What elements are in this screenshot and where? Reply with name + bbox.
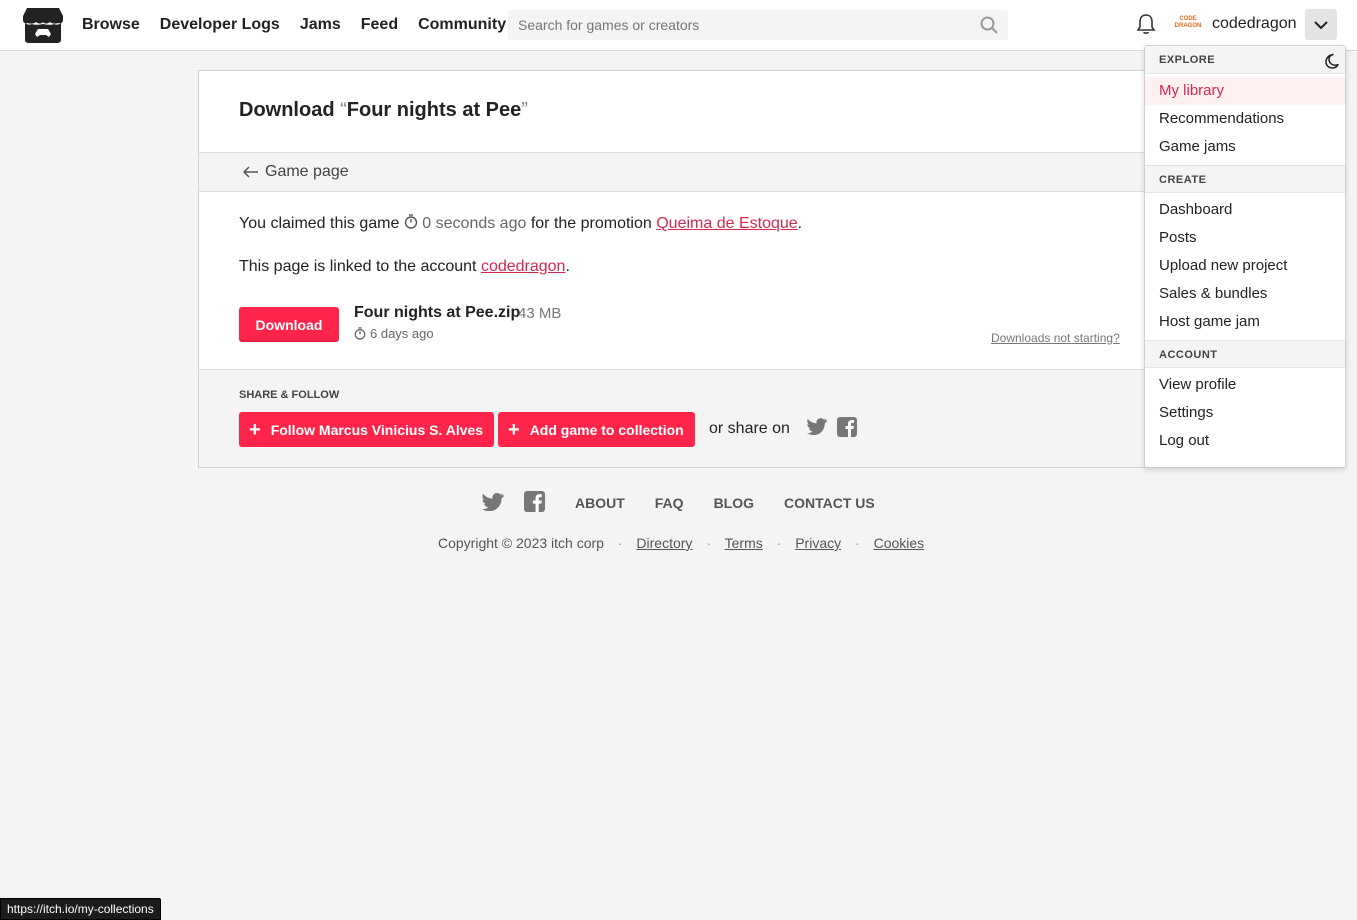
itch-logo-icon[interactable] xyxy=(23,7,63,43)
menu-view-profile[interactable]: View profile xyxy=(1145,371,1345,399)
claimed-time: 0 seconds ago xyxy=(422,215,527,232)
user-menu-toggle[interactable] xyxy=(1305,9,1337,40)
menu-group-explore: My library Recommendations Game jams xyxy=(1145,74,1345,165)
nav-browse[interactable]: Browse xyxy=(82,16,140,34)
separator: · xyxy=(706,535,711,551)
nav-jams[interactable]: Jams xyxy=(300,16,341,34)
menu-sales-bundles[interactable]: Sales & bundles xyxy=(1145,280,1345,308)
terms-link[interactable]: Terms xyxy=(725,535,763,551)
menu-log-out[interactable]: Log out xyxy=(1145,427,1345,455)
nav-feed[interactable]: Feed xyxy=(361,16,398,34)
title-prefix: Download xyxy=(239,99,341,121)
downloads-not-starting-link[interactable]: Downloads not starting? xyxy=(991,331,1120,345)
follow-creator-button[interactable]: + Follow Marcus Vinicius S. Alves xyxy=(239,412,495,447)
share-follow-section: SHARE & FOLLOW + Follow Marcus Vinicius … xyxy=(199,369,1159,467)
copyright-line: Copyright © 2023 itch corp · Directory ·… xyxy=(438,535,924,551)
directory-link[interactable]: Directory xyxy=(636,535,692,551)
user-dropdown-menu: EXPLORE My library Recommendations Game … xyxy=(1144,45,1346,468)
facebook-icon[interactable] xyxy=(524,491,545,515)
file-name: Four nights at Pee.zip xyxy=(354,304,521,321)
menu-group-account: View profile Settings Log out xyxy=(1145,368,1345,459)
timer-icon xyxy=(354,327,366,340)
menu-upload-new-project[interactable]: Upload new project xyxy=(1145,252,1345,280)
share-on-text: or share on xyxy=(709,420,790,437)
game-page-link[interactable]: Game page xyxy=(243,163,349,181)
explore-label: EXPLORE xyxy=(1159,54,1216,66)
menu-my-library[interactable]: My library xyxy=(1145,77,1345,105)
avatar[interactable]: CODE DRAGON xyxy=(1174,12,1202,34)
claimed-middle: for the promotion xyxy=(530,215,652,232)
menu-game-jams[interactable]: Game jams xyxy=(1145,133,1345,161)
plus-icon: + xyxy=(508,418,520,441)
footer-faq[interactable]: FAQ xyxy=(655,495,684,511)
claimed-prefix: You claimed this game xyxy=(239,215,400,232)
timer-icon xyxy=(404,214,418,229)
file-date: 6 days ago xyxy=(354,326,434,341)
menu-header-create: CREATE xyxy=(1145,165,1345,193)
game-title: Four nights at Pee xyxy=(346,99,522,121)
username[interactable]: codedragon xyxy=(1212,15,1297,33)
bell-icon[interactable] xyxy=(1136,13,1156,40)
page-title: Download “Four nights at Pee” xyxy=(239,99,528,122)
footer-blog[interactable]: BLOG xyxy=(714,495,754,511)
menu-host-game-jam[interactable]: Host game jam xyxy=(1145,308,1345,336)
download-button[interactable]: Download xyxy=(239,307,339,342)
menu-posts[interactable]: Posts xyxy=(1145,224,1345,252)
twitter-icon[interactable] xyxy=(482,492,504,514)
close-quote: ” xyxy=(521,99,528,121)
claim-info: You claimed this game 0 seconds ago for … xyxy=(239,214,802,233)
site-header: Browse Developer Logs Jams Feed Communit… xyxy=(0,0,1357,51)
menu-recommendations[interactable]: Recommendations xyxy=(1145,105,1345,133)
linked-suffix: . xyxy=(565,258,570,275)
linked-account-info: This page is linked to the account coded… xyxy=(239,258,570,276)
plus-icon: + xyxy=(249,418,261,441)
menu-group-create: Dashboard Posts Upload new project Sales… xyxy=(1145,193,1345,340)
browser-status-url: https://itch.io/my-collections xyxy=(0,898,161,920)
footer-contact-us[interactable]: CONTACT US xyxy=(784,495,875,511)
moon-icon[interactable] xyxy=(1323,52,1339,80)
copyright-text: Copyright © 2023 itch corp xyxy=(438,535,604,551)
share-follow-label: SHARE & FOLLOW xyxy=(239,389,340,401)
file-size: 43 MB xyxy=(518,305,562,322)
linked-prefix: This page is linked to the account xyxy=(239,258,477,275)
menu-dashboard[interactable]: Dashboard xyxy=(1145,196,1345,224)
search-box xyxy=(508,10,1008,40)
privacy-link[interactable]: Privacy xyxy=(795,535,841,551)
collection-label: Add game to collection xyxy=(529,421,684,438)
footer-about[interactable]: ABOUT xyxy=(575,495,625,511)
open-quote: “ xyxy=(340,99,347,121)
menu-settings[interactable]: Settings xyxy=(1145,399,1345,427)
menu-header-explore: EXPLORE xyxy=(1145,46,1345,74)
arrow-left-icon xyxy=(243,166,258,178)
account-link[interactable]: codedragon xyxy=(481,258,566,275)
download-card: Download “Four nights at Pee” Game page … xyxy=(198,70,1160,468)
file-date-text: 6 days ago xyxy=(370,326,434,341)
chevron-down-icon xyxy=(1314,20,1328,29)
search-input[interactable] xyxy=(508,10,968,40)
separator: · xyxy=(617,535,623,551)
follow-label: Follow Marcus Vinicius S. Alves xyxy=(270,421,484,438)
back-bar: Game page xyxy=(199,152,1159,192)
separator: · xyxy=(855,535,860,551)
claimed-suffix: . xyxy=(797,215,803,232)
nav-community[interactable]: Community xyxy=(418,16,506,34)
cookies-link[interactable]: Cookies xyxy=(874,535,925,551)
main-nav: Browse Developer Logs Jams Feed Communit… xyxy=(82,0,526,50)
menu-header-account: ACCOUNT xyxy=(1145,340,1345,368)
twitter-icon[interactable] xyxy=(807,418,827,440)
add-to-collection-button[interactable]: + Add game to collection xyxy=(498,412,695,447)
promotion-link[interactable]: Queima de Estoque xyxy=(656,215,797,232)
game-page-label: Game page xyxy=(265,163,349,180)
search-icon[interactable] xyxy=(980,16,998,39)
facebook-icon[interactable] xyxy=(837,417,857,442)
footer-links: ABOUT FAQ BLOG CONTACT US xyxy=(482,491,905,515)
separator: · xyxy=(776,535,782,551)
nav-developer-logs[interactable]: Developer Logs xyxy=(160,16,280,34)
